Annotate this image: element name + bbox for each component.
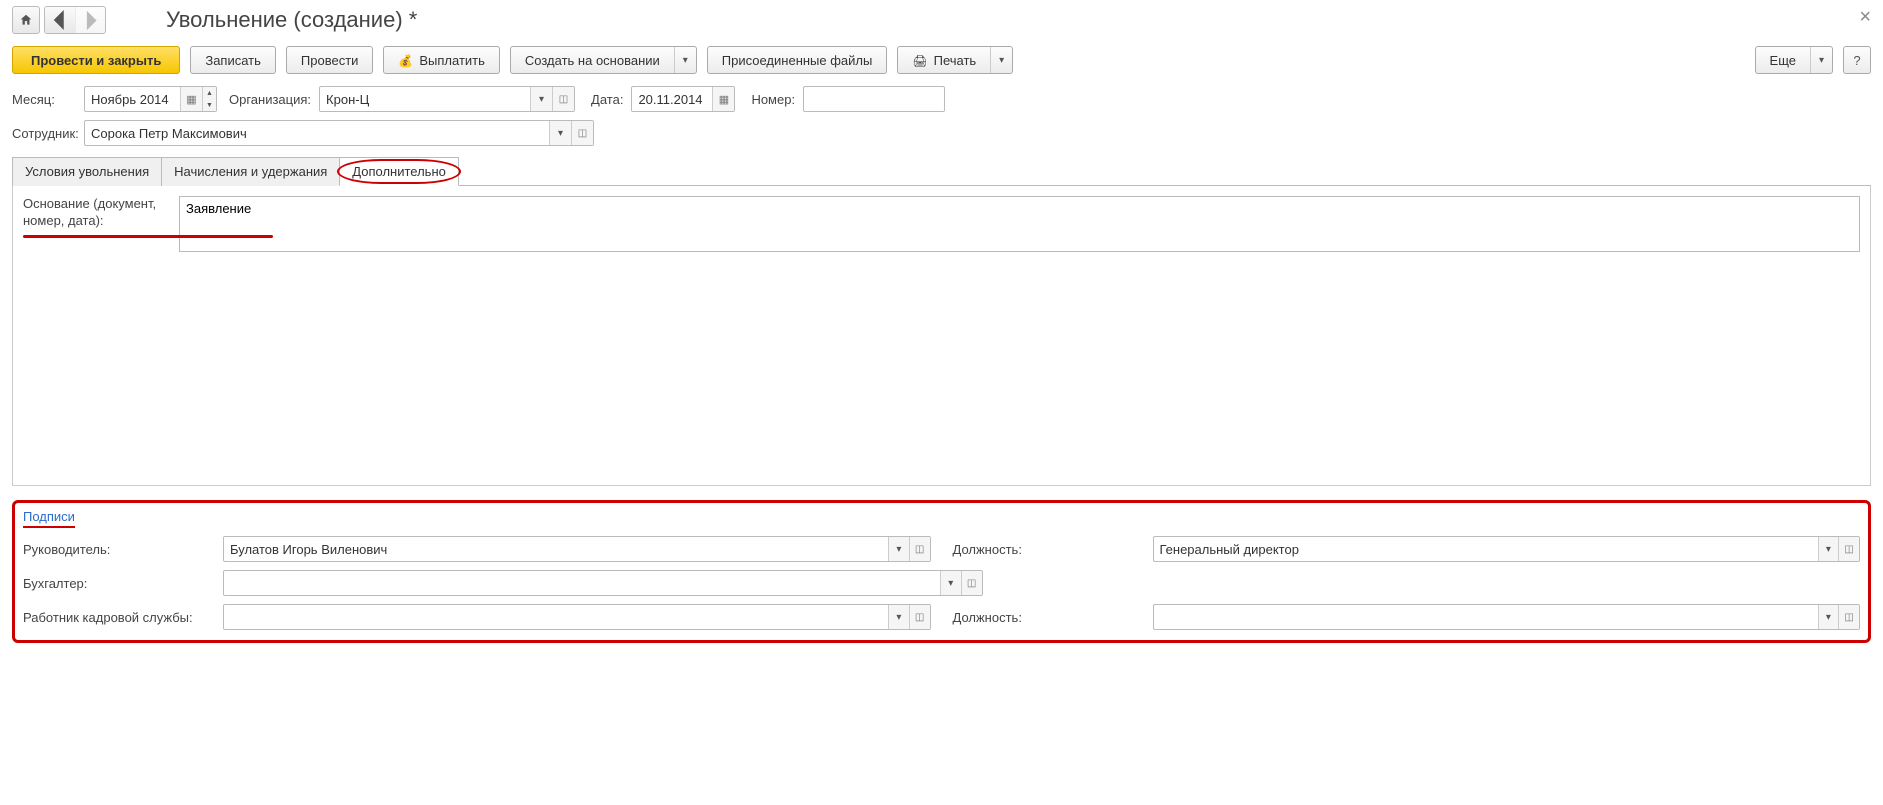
help-button[interactable]: ? <box>1843 46 1871 74</box>
forward-button[interactable] <box>75 7 105 33</box>
reason-label: Основание (документ, номер, дата): <box>23 196 173 230</box>
head-input-group: ▾ <box>223 536 931 562</box>
employee-dropdown[interactable]: ▾ <box>549 121 571 145</box>
hr-input[interactable] <box>224 605 888 629</box>
more-main[interactable]: Еще <box>1756 47 1810 73</box>
date-calendar-icon[interactable] <box>712 87 734 111</box>
signatures-section: Подписи Руководитель: ▾ Должность: ▾ Бух… <box>12 500 1871 643</box>
head-open-icon[interactable] <box>909 537 930 561</box>
sign-row-acc: Бухгалтер: ▾ <box>23 570 1860 596</box>
head-pos-input-group: ▾ <box>1153 536 1861 562</box>
toolbar: Провести и закрыть Записать Провести Вып… <box>12 46 1871 74</box>
reason-input[interactable] <box>179 196 1860 252</box>
create-based-main[interactable]: Создать на основании <box>511 47 674 73</box>
nav-back-forward <box>44 6 106 34</box>
hr-pos-open-icon[interactable] <box>1838 605 1859 629</box>
month-label: Месяц: <box>12 92 76 107</box>
create-based-drop[interactable] <box>674 47 696 73</box>
post-button[interactable]: Провести <box>286 46 374 74</box>
acc-open-icon[interactable] <box>961 571 982 595</box>
print-main[interactable]: Печать <box>898 47 990 73</box>
sign-row-hr: Работник кадровой службы: ▾ Должность: ▾ <box>23 604 1860 630</box>
post-and-close-button[interactable]: Провести и закрыть <box>12 46 180 74</box>
head-pos-open-icon[interactable] <box>1838 537 1859 561</box>
month-input[interactable] <box>85 87 180 111</box>
print-drop[interactable] <box>990 47 1012 73</box>
printer-icon <box>912 53 927 68</box>
spinner-up[interactable]: ▲ <box>202 87 216 99</box>
month-input-group: ▲ ▼ <box>84 86 217 112</box>
pay-label: Выплатить <box>419 53 485 68</box>
hr-pos-input-group: ▾ <box>1153 604 1861 630</box>
month-spinner: ▲ ▼ <box>202 87 216 111</box>
more-drop[interactable] <box>1810 47 1832 73</box>
org-open-icon[interactable] <box>552 87 574 111</box>
sign-row-head: Руководитель: ▾ Должность: ▾ <box>23 536 1860 562</box>
head-input[interactable] <box>224 537 888 561</box>
print-button: Печать <box>897 46 1013 74</box>
employee-open-icon[interactable] <box>571 121 593 145</box>
acc-dropdown[interactable]: ▾ <box>940 571 961 595</box>
hr-open-icon[interactable] <box>909 605 930 629</box>
reason-row: Основание (документ, номер, дата): <box>23 196 1860 252</box>
head-dropdown[interactable]: ▾ <box>888 537 909 561</box>
form-row-1: Месяц: ▲ ▼ Организация: ▾ Дата: Номер: <box>12 86 1871 112</box>
employee-input[interactable] <box>85 121 549 145</box>
head-pos-dropdown[interactable]: ▾ <box>1818 537 1839 561</box>
hr-pos-dropdown[interactable]: ▾ <box>1818 605 1839 629</box>
number-input[interactable] <box>804 87 944 111</box>
form-row-2: Сотрудник: ▾ <box>12 120 1871 146</box>
employee-label: Сотрудник: <box>12 126 76 141</box>
hr-pos-label: Должность: <box>953 610 1143 625</box>
header-row: Увольнение (создание) * × <box>12 6 1871 34</box>
create-based-on-button: Создать на основании <box>510 46 697 74</box>
tab-conditions[interactable]: Условия увольнения <box>12 157 162 186</box>
hr-input-group: ▾ <box>223 604 931 630</box>
tab-additional[interactable]: Дополнительно <box>339 157 459 186</box>
hr-dropdown[interactable]: ▾ <box>888 605 909 629</box>
org-dropdown[interactable]: ▾ <box>530 87 552 111</box>
pay-button[interactable]: Выплатить <box>383 46 499 74</box>
acc-input[interactable] <box>224 571 940 595</box>
head-pos-input[interactable] <box>1154 537 1818 561</box>
spinner-down[interactable]: ▼ <box>202 99 216 111</box>
org-input-group: ▾ <box>319 86 575 112</box>
signatures-title[interactable]: Подписи <box>23 509 1860 528</box>
head-label: Руководитель: <box>23 542 213 557</box>
page-title: Увольнение (создание) * <box>166 7 417 33</box>
tabs: Условия увольнения Начисления и удержани… <box>12 156 1871 186</box>
home-button[interactable] <box>12 6 40 34</box>
org-label: Организация: <box>229 92 311 107</box>
back-button[interactable] <box>45 7 75 33</box>
more-button: Еще <box>1755 46 1833 74</box>
head-pos-label: Должность: <box>953 542 1143 557</box>
org-input[interactable] <box>320 87 530 111</box>
attached-files-button[interactable]: Присоединенные файлы <box>707 46 888 74</box>
hr-label: Работник кадровой службы: <box>23 610 213 625</box>
month-calendar-icon[interactable] <box>180 87 202 111</box>
close-icon[interactable]: × <box>1859 6 1871 29</box>
acc-input-group: ▾ <box>223 570 983 596</box>
tab-body-additional: Основание (документ, номер, дата): <box>12 186 1871 486</box>
number-label: Номер: <box>751 92 795 107</box>
tab-accruals[interactable]: Начисления и удержания <box>161 157 340 186</box>
employee-input-group: ▾ <box>84 120 594 146</box>
money-icon <box>398 53 413 68</box>
acc-label: Бухгалтер: <box>23 576 213 591</box>
date-input[interactable] <box>632 87 712 111</box>
date-label: Дата: <box>591 92 623 107</box>
save-button[interactable]: Записать <box>190 46 276 74</box>
date-input-group <box>631 86 735 112</box>
number-input-group <box>803 86 945 112</box>
hr-pos-input[interactable] <box>1154 605 1818 629</box>
